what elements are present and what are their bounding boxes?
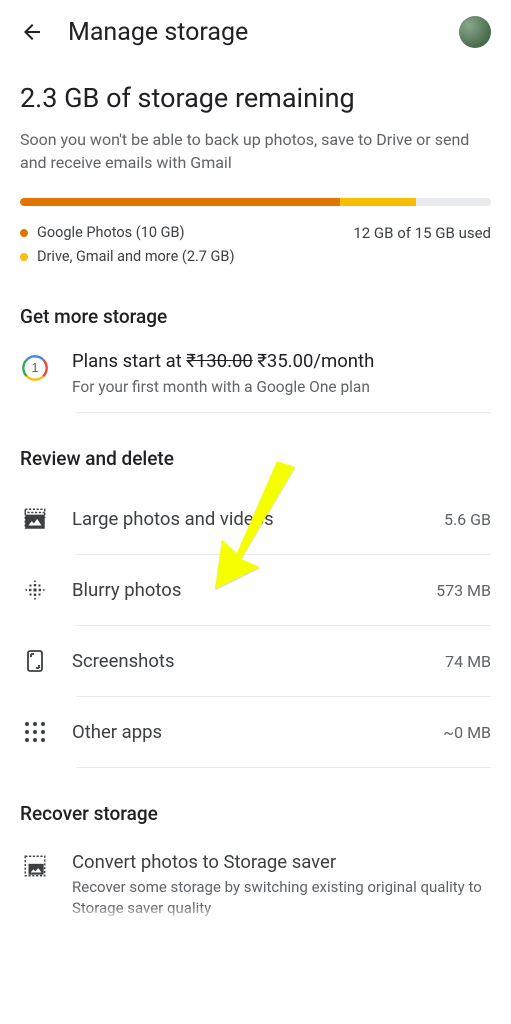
- google-one-plan-button[interactable]: 1 Plans start at ₹130.00 ₹35.00/month Fo…: [0, 342, 511, 412]
- storage-progress-bar: [20, 198, 491, 206]
- list-value: 5.6 GB: [444, 510, 491, 529]
- list-item-blurry-photos[interactable]: Blurry photos 573 MB: [0, 555, 511, 625]
- bottom-fade: [0, 906, 511, 922]
- plan-price-text: Plans start at ₹130.00 ₹35.00/month: [72, 350, 491, 372]
- app-header: Manage storage: [0, 0, 511, 64]
- list-item-large-photos[interactable]: Large photos and videos 5.6 GB: [0, 484, 511, 554]
- back-arrow-icon[interactable]: [20, 20, 44, 44]
- plan-subtext: For your first month with a Google One p…: [72, 378, 491, 396]
- storage-saver-icon: [20, 851, 50, 881]
- storage-warning-text: Soon you won't be able to back up photos…: [20, 128, 491, 174]
- list-label: Large photos and videos: [72, 508, 422, 530]
- recover-item-title: Convert photos to Storage saver: [72, 851, 491, 873]
- list-value: ~0 MB: [443, 723, 491, 742]
- section-get-more-storage: Get more storage: [0, 271, 511, 342]
- page-title: Manage storage: [68, 18, 435, 47]
- legend-row-photos: Google Photos (10 GB) 12 GB of 15 GB use…: [20, 224, 491, 242]
- legend-dot-photos-icon: [20, 229, 28, 237]
- blurry-photos-icon: [20, 575, 50, 605]
- list-label: Blurry photos: [72, 579, 414, 601]
- legend-dot-drive-icon: [20, 253, 28, 261]
- section-review-delete: Review and delete: [0, 413, 511, 484]
- google-one-icon: 1: [20, 353, 50, 383]
- other-apps-icon: [20, 717, 50, 747]
- progress-segment-drive: [340, 198, 415, 206]
- list-label: Other apps: [72, 721, 421, 743]
- list-value: 74 MB: [445, 652, 491, 671]
- list-label: Screenshots: [72, 650, 423, 672]
- usage-summary: 12 GB of 15 GB used: [353, 224, 491, 242]
- legend-label-photos: Google Photos (10 GB): [37, 224, 185, 241]
- legend-row-drive: Drive, Gmail and more (2.7 GB): [20, 248, 491, 265]
- avatar[interactable]: [459, 16, 491, 48]
- storage-hero: 2.3 GB of storage remaining Soon you won…: [0, 64, 511, 265]
- section-recover-storage: Recover storage: [0, 768, 511, 839]
- legend-label-drive: Drive, Gmail and more (2.7 GB): [37, 248, 235, 265]
- storage-remaining-title: 2.3 GB of storage remaining: [20, 82, 491, 114]
- list-item-screenshots[interactable]: Screenshots 74 MB: [0, 626, 511, 696]
- list-item-other-apps[interactable]: Other apps ~0 MB: [0, 697, 511, 767]
- screenshots-icon: [20, 646, 50, 676]
- large-photos-icon: [20, 504, 50, 534]
- svg-text:1: 1: [32, 362, 39, 376]
- list-value: 573 MB: [436, 581, 491, 600]
- progress-segment-photos: [20, 198, 340, 206]
